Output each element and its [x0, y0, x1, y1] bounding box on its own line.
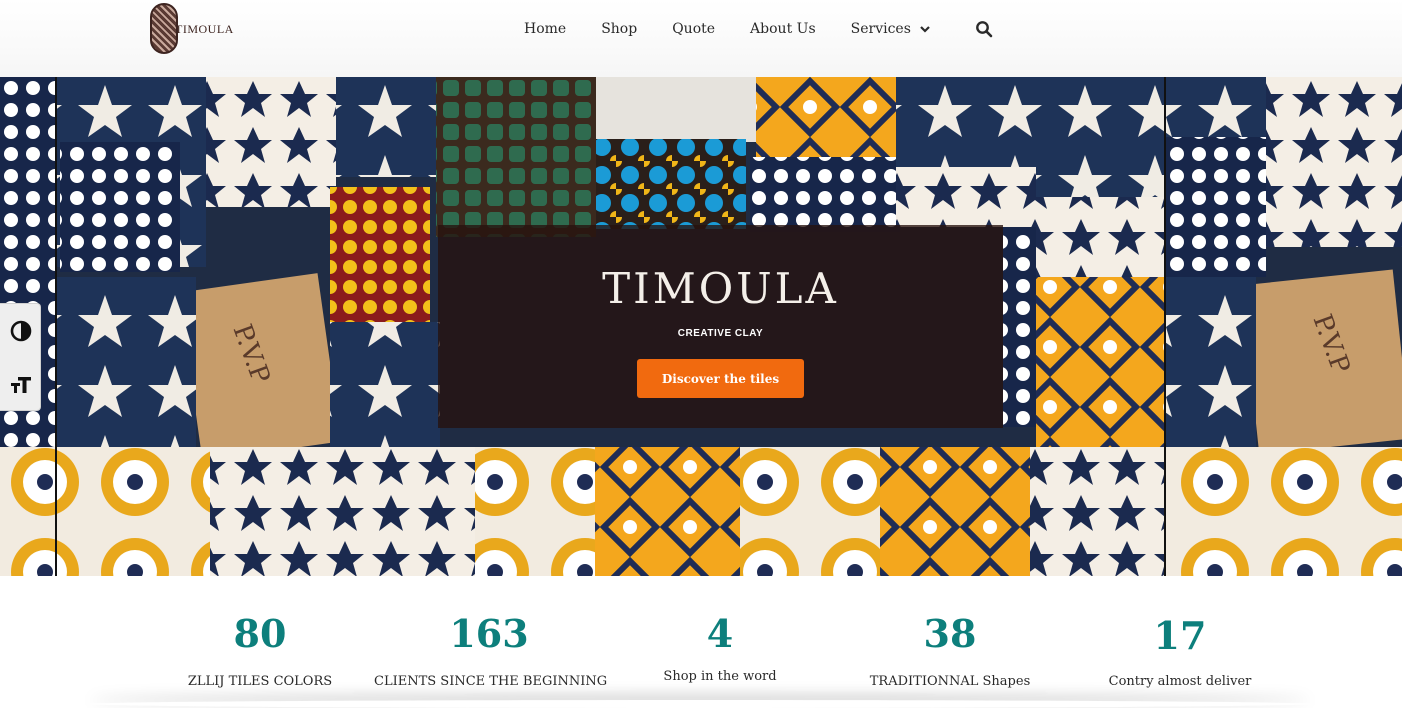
site-header: TIMOULA Home Shop Quote About Us Service… [0, 0, 1402, 77]
stat-number: 38 [923, 611, 977, 656]
nav-about-us[interactable]: About Us [750, 21, 816, 37]
chevron-down-icon[interactable] [919, 23, 931, 35]
hero-title: TIMOULA [602, 264, 839, 313]
stats-section: 80 ZLLIJ TILES COLORS 163 CLIENTS SINCE … [0, 576, 1402, 704]
stat-zllij-colors: 80 ZLLIJ TILES COLORS [145, 611, 375, 690]
stat-number: 163 [449, 611, 529, 656]
nav-quote[interactable]: Quote [672, 21, 715, 37]
stat-label: TRADITIONNAL Shapes [869, 674, 1031, 689]
nav-shop[interactable]: Shop [601, 21, 637, 37]
accessibility-toolbar [0, 303, 41, 411]
logo-mark [150, 3, 178, 54]
font-size-button[interactable] [0, 358, 41, 411]
stat-label: ZLLIJ TILES COLORS [187, 674, 333, 689]
logo-text: TIMOULA [175, 22, 234, 36]
stat-shapes: 38 TRADITIONNAL Shapes [835, 611, 1065, 690]
stat-shops: 4 Shop in the word [605, 611, 835, 685]
stat-label: Contry almost deliver [1108, 674, 1252, 689]
nav-services[interactable]: Services [851, 21, 911, 37]
stat-number: 17 [1153, 613, 1207, 658]
nav-home[interactable]: Home [524, 21, 566, 37]
stat-countries: 17 Contry almost deliver [1065, 613, 1295, 690]
search-icon[interactable] [975, 20, 993, 38]
site-logo[interactable]: TIMOULA [148, 3, 233, 55]
main-nav: Home Shop Quote About Us Services [524, 19, 993, 39]
stats-card-shadow [90, 700, 1310, 708]
contrast-icon [10, 320, 31, 341]
stat-label: CLIENTS SINCE THE BEGINNING [374, 674, 608, 689]
discover-tiles-button[interactable]: Discover the tiles [637, 359, 804, 398]
hero-banner: P.V.P P.V.P TIMOULA CREATIVE CLAY Discov… [0, 77, 1402, 576]
font-size-icon [10, 376, 31, 393]
stat-label: Shop in the word [663, 669, 777, 684]
stat-clients: 163 CLIENTS SINCE THE BEGINNING [374, 611, 608, 690]
stat-number: 80 [233, 611, 287, 656]
contrast-toggle-button[interactable] [0, 304, 41, 357]
hero-subtitle: CREATIVE CLAY [677, 328, 764, 339]
stat-number: 4 [706, 611, 734, 656]
